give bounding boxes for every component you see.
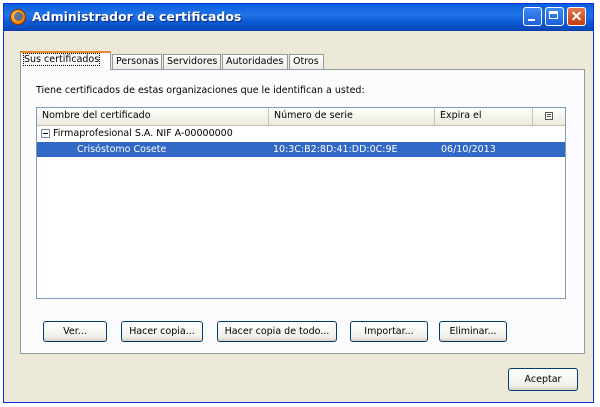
title-bar[interactable]: Administrador de certificados bbox=[4, 4, 593, 31]
ok-button[interactable]: Aceptar bbox=[508, 368, 578, 391]
column-header-expires[interactable]: Expira el bbox=[435, 108, 533, 125]
certificate-serial: 10:3C:B2:8D:41:DD:0C:9E bbox=[273, 144, 398, 155]
collapse-icon[interactable] bbox=[41, 129, 50, 138]
minimize-button[interactable] bbox=[523, 7, 542, 26]
column-header-serial[interactable]: Número de serie bbox=[269, 108, 435, 125]
backup-all-button[interactable]: Hacer copia de todo... bbox=[217, 321, 337, 342]
intro-text: Tiene certificados de estas organizacion… bbox=[36, 85, 365, 96]
import-button[interactable]: Importar... bbox=[350, 321, 428, 342]
window-title: Administrador de certificados bbox=[32, 9, 242, 24]
column-header-name[interactable]: Nombre del certificado bbox=[37, 108, 269, 125]
backup-button[interactable]: Hacer copia... bbox=[121, 321, 203, 342]
certificate-expiry: 06/10/2013 bbox=[441, 144, 496, 155]
tab-servers[interactable]: Servidores bbox=[163, 54, 221, 69]
tab-panel: Tiene certificados de estas organizacion… bbox=[20, 69, 585, 354]
certificate-name: Crisóstomo Cosete bbox=[77, 144, 167, 155]
view-button[interactable]: Ver... bbox=[43, 321, 107, 342]
tab-your-certificates[interactable]: Sus certificados bbox=[20, 51, 111, 70]
organization-row[interactable]: Firmaprofesional S.A. NIF A-00000000 bbox=[37, 126, 565, 141]
firefox-icon bbox=[10, 9, 26, 25]
certificate-row[interactable]: Crisóstomo Cosete 10:3C:B2:8D:41:DD:0C:9… bbox=[37, 142, 565, 157]
column-header-row: Nombre del certificado Número de serie E… bbox=[37, 108, 565, 126]
tab-others[interactable]: Otros bbox=[289, 54, 324, 69]
column-picker[interactable] bbox=[533, 108, 565, 125]
certificate-manager-window: Administrador de certificados Sus certif… bbox=[3, 3, 594, 403]
close-button[interactable] bbox=[567, 7, 586, 26]
maximize-button[interactable] bbox=[545, 7, 564, 26]
tab-authorities[interactable]: Autoridades bbox=[222, 54, 288, 69]
organization-name: Firmaprofesional S.A. NIF A-00000000 bbox=[53, 128, 233, 139]
tab-people[interactable]: Personas bbox=[112, 54, 162, 69]
certificate-tree[interactable]: Nombre del certificado Número de serie E… bbox=[36, 107, 566, 299]
column-picker-icon bbox=[545, 112, 553, 120]
delete-button[interactable]: Eliminar... bbox=[439, 321, 507, 342]
